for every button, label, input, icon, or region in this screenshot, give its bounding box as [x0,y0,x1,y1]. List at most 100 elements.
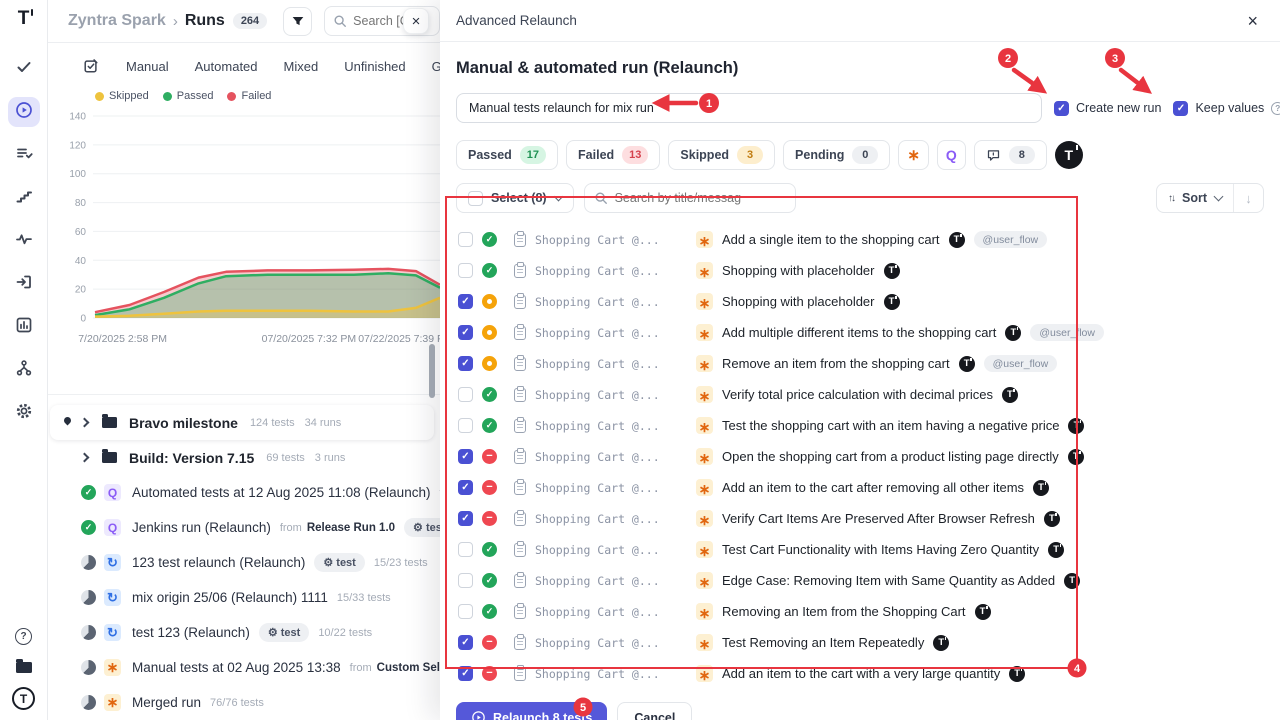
from-target[interactable]: Custom Selection [377,662,440,674]
tab-automated[interactable]: Automated [182,59,271,74]
mixed-filter-chip[interactable]: ∗ [898,140,929,170]
run-type-tabs: Manual Automated Mixed Unfinished Groups [48,51,440,81]
relaunch-button[interactable]: Relaunch 8 tests [456,702,607,720]
legend-failed[interactable]: Failed [227,90,271,102]
sidebar-item-import[interactable] [8,269,40,299]
chevron-right-icon[interactable] [80,418,90,428]
profile-logo-icon[interactable]: T [12,687,35,710]
test-checkbox[interactable] [458,325,473,340]
test-tag[interactable]: @user_flow [984,355,1058,372]
milestone-row[interactable]: Build: Version 7.1569 tests3 runs [48,440,440,475]
from-target[interactable]: Release Run 1.0 [307,522,395,534]
help-icon[interactable]: ? [1271,102,1280,115]
test-row[interactable]: Shopping Cart @...Add multiple different… [458,317,1264,348]
sidebar-item-settings[interactable] [8,398,40,428]
app-logo[interactable]: T [18,8,30,30]
sidebar-item-runs[interactable] [8,97,40,127]
keep-values-option[interactable]: Keep values ? [1173,101,1280,116]
filter-button[interactable] [283,7,312,36]
test-title: Verify total price calculation with deci… [722,387,993,402]
test-row[interactable]: Shopping Cart @...Open the shopping cart… [458,441,1264,472]
test-row[interactable]: Shopping Cart @...Shopping with placehol… [458,255,1264,286]
test-checkbox[interactable] [458,263,473,278]
run-row[interactable]: ↻123 test relaunch (Relaunch)⚙ test15/23… [48,545,440,580]
create-new-run-checkbox[interactable] [1054,101,1069,116]
testomat-filter-chip[interactable]: T [1055,141,1083,169]
test-checkbox[interactable] [458,666,473,681]
run-row[interactable]: ∗Merged run76/76 tests [48,685,440,720]
test-row[interactable]: Shopping Cart @...Add an item to the car… [458,658,1264,689]
tab-groups[interactable]: Groups [419,59,440,74]
page-scrollbar[interactable] [429,344,435,398]
run-row[interactable]: ↻mix origin 25/06 (Relaunch) 111115/33 t… [48,580,440,615]
sidebar-item-test-plans[interactable] [8,140,40,170]
tab-unfinished[interactable]: Unfinished [331,59,418,74]
test-row[interactable]: Shopping Cart @...Test Removing an Item … [458,627,1264,658]
comments-filter-chip[interactable]: 8 [974,140,1047,170]
test-tag[interactable]: @user_flow [974,231,1048,248]
breadcrumb-project[interactable]: Zyntra Spark [68,12,166,30]
sidebar-item-analytics[interactable] [8,312,40,342]
test-row[interactable]: Shopping Cart @...Verify total price cal… [458,379,1264,410]
run-row[interactable]: QJenkins run (Relaunch)fromRelease Run 1… [48,510,440,545]
test-row[interactable]: Shopping Cart @...Test Cart Functionalit… [458,534,1264,565]
test-row[interactable]: Shopping Cart @...Add an item to the car… [458,472,1264,503]
skipped-filter-chip[interactable]: Skipped 3 [668,140,775,170]
cancel-button[interactable]: Cancel [617,702,692,720]
test-checkbox[interactable] [458,480,473,495]
test-checkbox[interactable] [458,418,473,433]
test-checkbox[interactable] [458,542,473,557]
select-all-icon[interactable] [83,58,99,74]
run-name-input[interactable] [456,93,1042,123]
test-row[interactable]: Shopping Cart @...Remove an item from th… [458,348,1264,379]
sidebar-item-activity[interactable] [8,226,40,256]
test-checkbox[interactable] [458,294,473,309]
tab-mixed[interactable]: Mixed [271,59,332,74]
tests-search-input[interactable] [615,191,786,205]
sort-direction-button[interactable]: ↓ [1233,184,1263,212]
create-new-run-option[interactable]: Create new run [1054,101,1161,116]
pending-filter-chip[interactable]: Pending 0 [783,140,890,170]
run-row[interactable]: ∗Manual tests at 02 Aug 2025 13:38fromCu… [48,650,440,685]
help-icon[interactable]: ? [15,628,32,645]
chevron-right-icon[interactable] [80,453,90,463]
automated-icon: Q [104,484,121,501]
automated-filter-chip[interactable]: Q [937,140,966,170]
test-row[interactable]: Shopping Cart @...Verify Cart Items Are … [458,503,1264,534]
tab-manual[interactable]: Manual [113,59,182,74]
milestone-row[interactable]: Bravo milestone124 tests34 runs [50,405,434,440]
test-row[interactable]: Shopping Cart @...Test the shopping cart… [458,410,1264,441]
tests-search[interactable] [584,183,796,213]
failed-filter-chip[interactable]: Failed 13 [566,140,660,170]
sidebar-item-tests[interactable] [8,54,40,84]
run-row[interactable]: QAutomated tests at 12 Aug 2025 11:08 (R… [48,475,440,510]
test-checkbox[interactable] [458,449,473,464]
close-icon[interactable]: × [1247,12,1258,30]
passed-filter-chip[interactable]: Passed 17 [456,140,558,170]
sidebar-item-steps[interactable] [8,183,40,213]
run-row[interactable]: ↻test 123 (Relaunch)⚙ test10/22 tests [48,615,440,650]
projects-icon[interactable] [16,662,32,673]
test-row[interactable]: Shopping Cart @...Shopping with placehol… [458,286,1264,317]
test-row[interactable]: Shopping Cart @...Add a single item to t… [458,224,1264,255]
test-checkbox[interactable] [458,387,473,402]
test-checkbox[interactable] [458,356,473,371]
test-tag[interactable]: @user_flow [1030,324,1104,341]
test-checkbox[interactable] [458,573,473,588]
legend-passed[interactable]: Passed [163,90,214,102]
test-checkbox[interactable] [458,232,473,247]
select-all-checkbox[interactable] [468,191,483,206]
test-checkbox[interactable] [458,604,473,619]
select-dropdown[interactable]: Select (8) [456,183,574,213]
testomat-badge-icon: T [1048,542,1064,558]
sort-dropdown[interactable]: ↑↓ Sort [1157,184,1233,212]
test-row[interactable]: Shopping Cart @...Edge Case: Removing It… [458,565,1264,596]
keep-values-checkbox[interactable] [1173,101,1188,116]
legend-skipped[interactable]: Skipped [95,90,149,102]
sidebar-item-branches[interactable] [8,355,40,385]
search-clear-button[interactable]: × [403,8,429,34]
test-checkbox[interactable] [458,635,473,650]
branch-icon [15,359,33,382]
test-checkbox[interactable] [458,511,473,526]
test-row[interactable]: Shopping Cart @...Removing an Item from … [458,596,1264,627]
